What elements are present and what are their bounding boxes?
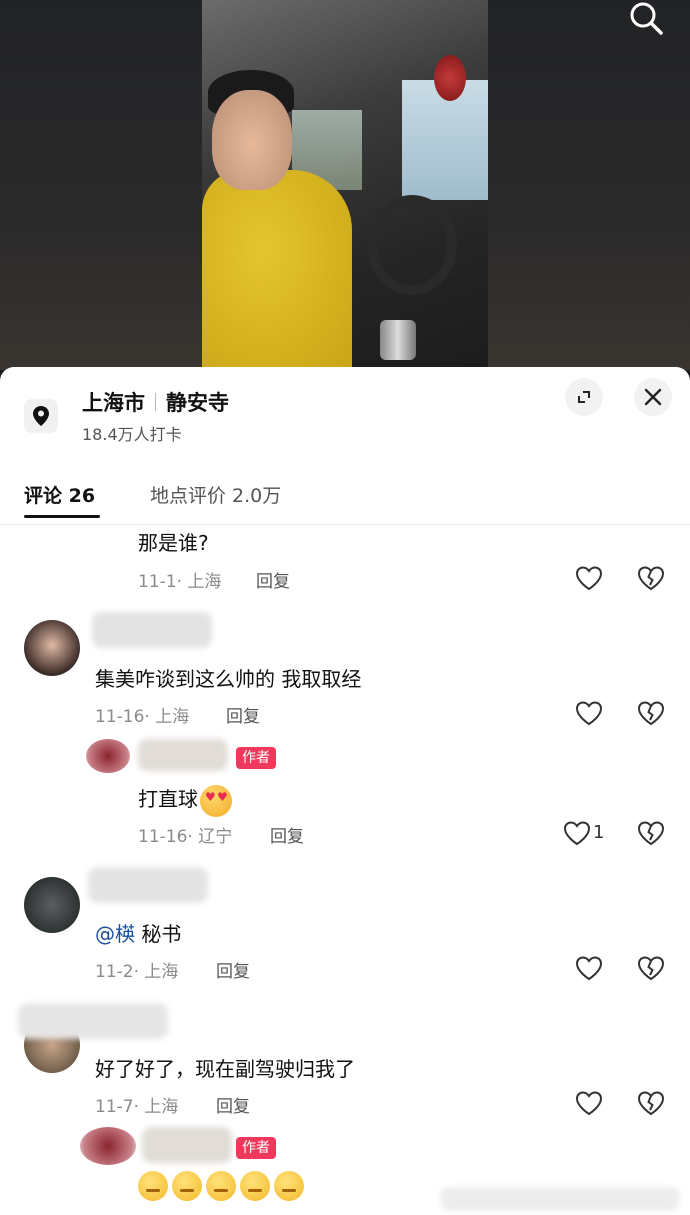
broken-heart-icon[interactable]: [636, 1088, 666, 1118]
heart-icon[interactable]: [574, 1088, 604, 1118]
comment-meta: 11-16· 辽宁: [138, 827, 233, 847]
reply-button[interactable]: 回复: [270, 822, 304, 847]
comment-meta: 11-2· 上海: [95, 962, 179, 982]
location-place: 静安寺: [166, 391, 229, 415]
search-icon[interactable]: [626, 0, 666, 36]
video-steering-wheel: [367, 195, 457, 295]
video-thumbnail[interactable]: [202, 0, 488, 368]
checkin-count: 18.4万人打卡: [82, 425, 182, 444]
video-background: [0, 0, 690, 370]
author-avatar[interactable]: [86, 739, 130, 773]
broken-heart-icon[interactable]: [636, 818, 666, 848]
video-car-decoration: [434, 55, 466, 101]
username-redacted: [92, 612, 212, 648]
comment-text: @楧 秘书: [95, 922, 182, 946]
avatar[interactable]: [24, 620, 80, 676]
comment-text: 集美咋谈到这么帅的 我取取经: [95, 667, 362, 691]
reply-button[interactable]: 回复: [216, 1092, 250, 1117]
reply-button[interactable]: 回复: [216, 957, 250, 982]
comment-text: 那是谁?: [138, 531, 209, 555]
tab-comments[interactable]: 评论 26: [24, 481, 95, 508]
author-name-redacted: [138, 739, 228, 771]
heart-eyes-emoji: [200, 784, 232, 817]
comment-meta: 11-16· 上海: [95, 707, 190, 727]
broken-heart-icon[interactable]: [636, 953, 666, 983]
comment-meta: 11-1· 上海: [138, 572, 222, 592]
video-person-yellow-sweater: [202, 170, 352, 368]
comment-text: 打直球: [138, 783, 232, 817]
broken-heart-icon[interactable]: [636, 563, 666, 593]
location-comments-sheet: 上海市 静安寺 18.4万人打卡 评论 26 地点评价 2.0万 那是谁? 11…: [0, 367, 690, 1215]
heart-icon[interactable]: [562, 818, 592, 848]
title-separator: [155, 393, 156, 411]
author-avatar[interactable]: [80, 1127, 136, 1165]
unamused-emoji: [206, 1171, 236, 1201]
like-count: 1: [593, 822, 605, 843]
expand-icon[interactable]: [565, 378, 603, 416]
location-city: 上海市: [82, 391, 145, 415]
location-pin-icon: [24, 399, 58, 433]
mention-link[interactable]: @楧: [95, 922, 135, 946]
watermark-redacted: [440, 1187, 680, 1211]
heart-icon[interactable]: [574, 953, 604, 983]
unamused-emoji: [172, 1171, 202, 1201]
tab-divider: [0, 524, 690, 525]
heart-icon[interactable]: [574, 698, 604, 728]
avatar[interactable]: [24, 877, 80, 933]
tab-place-reviews[interactable]: 地点评价 2.0万: [150, 481, 281, 508]
broken-heart-icon[interactable]: [636, 698, 666, 728]
heart-icon[interactable]: [574, 563, 604, 593]
unamused-emoji: [274, 1171, 304, 1201]
reply-button[interactable]: 回复: [226, 702, 260, 727]
video-person-head: [212, 90, 292, 190]
author-badge: 作者: [236, 747, 276, 769]
unamused-emoji: [138, 1171, 168, 1201]
close-icon[interactable]: [634, 378, 672, 416]
reply-button[interactable]: 回复: [256, 567, 290, 592]
author-name-redacted: [142, 1127, 232, 1163]
comment-text: 好了好了，现在副驾驶归我了: [95, 1057, 355, 1081]
username-redacted: [88, 867, 208, 903]
tab-active-indicator: [24, 515, 100, 518]
unamused-emoji: [240, 1171, 270, 1201]
emoji-row: [138, 1171, 308, 1201]
comment-meta: 11-7· 上海: [95, 1097, 179, 1117]
username-redacted: [18, 1003, 168, 1039]
author-badge: 作者: [236, 1137, 276, 1159]
location-title[interactable]: 上海市 静安寺: [82, 387, 229, 417]
video-thermos: [380, 320, 416, 360]
